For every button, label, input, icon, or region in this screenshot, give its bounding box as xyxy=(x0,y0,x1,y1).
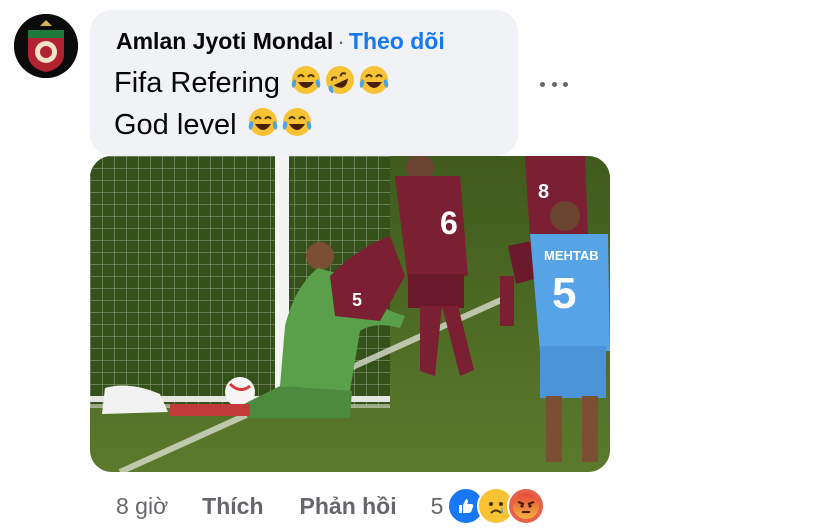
rolling-laughing-emoji xyxy=(324,64,356,104)
more-dots-icon xyxy=(540,81,545,87)
tears-of-joy-emoji xyxy=(281,106,313,146)
comment-text: Fifa Refering xyxy=(114,67,281,99)
separator-dot: · xyxy=(337,28,345,54)
club-logo-icon xyxy=(14,14,78,78)
reaction-count[interactable]: 5 xyxy=(431,493,444,520)
comment-text: God level xyxy=(114,109,237,141)
comment-text-line-2: God level xyxy=(114,106,313,146)
follow-button[interactable]: Theo dõi xyxy=(349,28,445,54)
more-dots-icon xyxy=(563,81,568,87)
tears-of-joy-emoji xyxy=(290,64,322,104)
player-name: MEHTAB xyxy=(544,248,599,263)
comment-text-line-1: Fifa Refering xyxy=(114,64,390,104)
like-button[interactable]: Thích xyxy=(202,493,263,520)
more-dots-icon xyxy=(551,81,557,87)
more-options-button[interactable] xyxy=(540,72,568,96)
comment-bubble: Amlan Jyoti Mondal · Theo dõi Fifa Referin… xyxy=(90,10,518,156)
commenter-avatar[interactable] xyxy=(14,14,78,78)
angry-icon xyxy=(507,487,546,525)
jersey-number: 5 xyxy=(352,290,362,310)
tears-of-joy-emoji xyxy=(358,64,390,104)
jersey-number: 6 xyxy=(440,205,458,241)
attached-photo[interactable]: 6 8 5 MEHTAB 5 xyxy=(90,156,610,472)
comment-actions-bar: 8 giờ Thích Phản hồi 5 xyxy=(116,486,546,526)
author-line: Amlan Jyoti Mondal · Theo dõi xyxy=(116,28,445,55)
jersey-number: 8 xyxy=(538,181,549,203)
football-photo: 6 8 5 MEHTAB 5 xyxy=(90,156,610,472)
tears-of-joy-emoji xyxy=(247,106,279,146)
comment-time[interactable]: 8 giờ xyxy=(116,493,168,520)
reply-button[interactable]: Phản hồi xyxy=(300,493,397,520)
jersey-number: 5 xyxy=(552,269,576,318)
reaction-summary[interactable] xyxy=(447,487,546,525)
author-name[interactable]: Amlan Jyoti Mondal xyxy=(116,28,333,54)
